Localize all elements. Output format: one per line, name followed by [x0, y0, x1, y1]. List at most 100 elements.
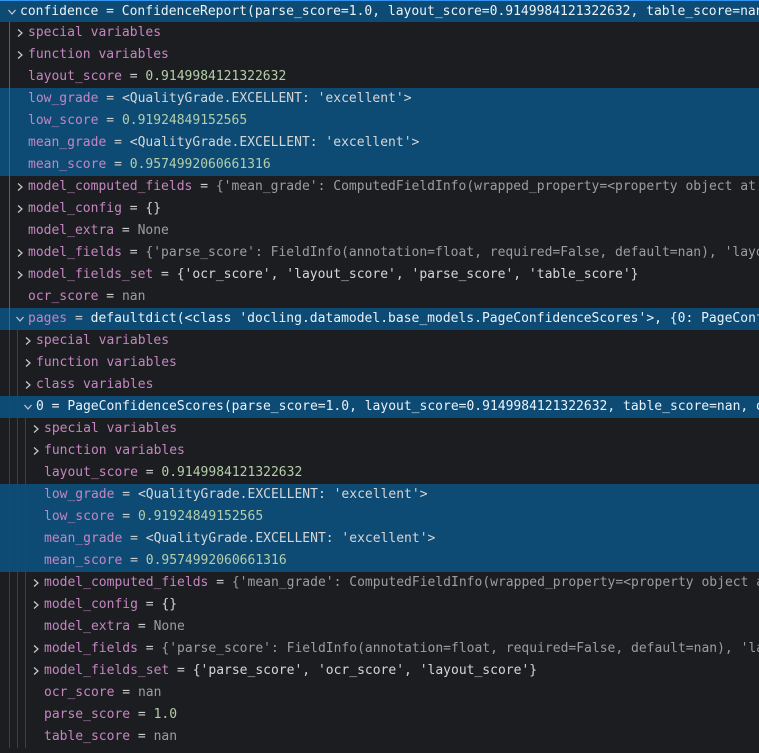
chevron-right-icon[interactable] — [12, 47, 28, 63]
tree-row[interactable]: function variables — [0, 352, 759, 374]
chevron-right-icon[interactable] — [12, 179, 28, 195]
indent-guide — [17, 462, 18, 484]
tree-row[interactable]: class variables — [0, 374, 759, 396]
indent-guide — [9, 638, 10, 660]
tree-row[interactable]: parse_score = 1.0 — [0, 704, 759, 726]
indent-guide — [17, 440, 18, 462]
chevron-down-icon[interactable] — [4, 4, 20, 20]
variable-name: model_config — [28, 201, 122, 216]
chevron-right-icon[interactable] — [28, 575, 44, 591]
tree-row[interactable]: mean_grade = <QualityGrade.EXCELLENT: 'e… — [0, 132, 759, 154]
chevron-right-icon[interactable] — [28, 663, 44, 679]
tree-row[interactable]: model_config = {} — [0, 198, 759, 220]
chevron-right-icon[interactable] — [28, 443, 44, 459]
chevron-down-icon[interactable] — [12, 311, 28, 327]
indent-guide — [9, 352, 10, 374]
tree-row[interactable]: mean_grade = <QualityGrade.EXCELLENT: 'e… — [0, 528, 759, 550]
indent-guide — [9, 594, 10, 616]
variable-value: {'parse_score': FieldInfo(annotation=flo… — [161, 641, 759, 656]
tree-row[interactable]: model_fields_set = {'ocr_score', 'layout… — [0, 264, 759, 286]
variable-label: table_score = nan — [44, 726, 177, 748]
tree-row[interactable]: mean_score = 0.9574992060661316 — [0, 154, 759, 176]
tree-row[interactable]: confidence = ConfidenceReport(parse_scor… — [0, 0, 759, 22]
variable-name: model_extra — [44, 619, 130, 634]
variable-name: confidence — [20, 4, 98, 19]
variable-value: {'ocr_score', 'layout_score', 'parse_sco… — [177, 267, 639, 282]
variable-name: function variables — [36, 355, 177, 370]
chevron-right-icon[interactable] — [28, 421, 44, 437]
tree-row[interactable]: model_extra = None — [0, 220, 759, 242]
tree-row[interactable]: low_score = 0.91924849152565 — [0, 110, 759, 132]
variable-label: low_grade = <QualityGrade.EXCELLENT: 'ex… — [44, 484, 428, 506]
tree-row[interactable]: function variables — [0, 44, 759, 66]
variable-name: mean_score — [28, 157, 106, 172]
variable-label: special variables — [44, 418, 177, 440]
chevron-right-icon[interactable] — [20, 377, 36, 393]
variable-name: mean_grade — [28, 135, 106, 150]
chevron-right-icon[interactable] — [20, 333, 36, 349]
chevron-down-icon[interactable] — [20, 399, 36, 415]
indent-guide — [9, 616, 10, 638]
chevron-right-icon[interactable] — [28, 641, 44, 657]
indent-guide — [9, 374, 10, 396]
variable-value: {'mean_grade': ComputedFieldInfo(wrapped… — [232, 575, 759, 590]
indent-guide — [9, 154, 10, 176]
chevron-right-icon[interactable] — [12, 245, 28, 261]
variable-value: 0.9149984121322632 — [161, 465, 302, 480]
tree-row[interactable]: special variables — [0, 22, 759, 44]
chevron-right-icon[interactable] — [12, 201, 28, 217]
tree-row[interactable]: layout_score = 0.9149984121322632 — [0, 462, 759, 484]
chevron-right-icon[interactable] — [28, 597, 44, 613]
tree-row[interactable]: model_extra = None — [0, 616, 759, 638]
tree-row[interactable]: mean_score = 0.9574992060661316 — [0, 550, 759, 572]
indent-guide — [9, 220, 10, 242]
tree-row[interactable]: low_grade = <QualityGrade.EXCELLENT: 'ex… — [0, 88, 759, 110]
tree-row[interactable]: low_score = 0.91924849152565 — [0, 506, 759, 528]
tree-row[interactable]: pages = defaultdict(<class 'docling.data… — [0, 308, 759, 330]
variable-name: model_fields_set — [44, 663, 169, 678]
indent-guide — [17, 682, 18, 704]
variable-label: pages = defaultdict(<class 'docling.data… — [28, 308, 759, 330]
equals-separator: = — [114, 223, 137, 238]
variables-tree: confidence = ConfidenceReport(parse_scor… — [0, 0, 759, 753]
variable-label: confidence = ConfidenceReport(parse_scor… — [20, 1, 759, 23]
variable-name: model_config — [44, 597, 138, 612]
variable-value: 1.0 — [154, 707, 177, 722]
equals-separator: = — [122, 245, 145, 260]
tree-row[interactable]: special variables — [0, 330, 759, 352]
tree-row[interactable]: special variables — [0, 418, 759, 440]
tree-row[interactable]: layout_score = 0.9149984121322632 — [0, 66, 759, 88]
tree-row[interactable]: function variables — [0, 440, 759, 462]
equals-separator: = — [130, 707, 153, 722]
equals-separator: = — [114, 685, 137, 700]
variable-name: parse_score — [44, 707, 130, 722]
indent-guide — [25, 660, 26, 682]
twistie-spacer — [12, 157, 28, 173]
variable-value: <QualityGrade.EXCELLENT: 'excellent'> — [146, 531, 436, 546]
indent-guide — [9, 308, 10, 330]
tree-row[interactable]: table_score = nan — [0, 726, 759, 748]
variable-name: special variables — [44, 421, 177, 436]
variable-value: <QualityGrade.EXCELLENT: 'excellent'> — [122, 91, 412, 106]
equals-separator: = — [208, 575, 231, 590]
chevron-right-icon[interactable] — [12, 25, 28, 41]
tree-row[interactable]: model_fields = {'parse_score': FieldInfo… — [0, 638, 759, 660]
twistie-spacer — [12, 113, 28, 129]
tree-row[interactable]: 0 = PageConfidenceScores(parse_score=1.0… — [0, 396, 759, 418]
twistie-spacer — [12, 91, 28, 107]
indent-guide — [25, 550, 26, 572]
equals-separator: = — [98, 289, 121, 304]
tree-row[interactable]: model_fields = {'parse_score': FieldInfo… — [0, 242, 759, 264]
chevron-right-icon[interactable] — [12, 267, 28, 283]
tree-row[interactable]: low_grade = <QualityGrade.EXCELLENT: 'ex… — [0, 484, 759, 506]
tree-row[interactable]: model_computed_fields = {'mean_grade': C… — [0, 572, 759, 594]
tree-row[interactable]: ocr_score = nan — [0, 286, 759, 308]
indent-guide — [9, 176, 10, 198]
tree-row[interactable]: model_config = {} — [0, 594, 759, 616]
indent-guide — [25, 484, 26, 506]
tree-row[interactable]: ocr_score = nan — [0, 682, 759, 704]
chevron-right-icon[interactable] — [20, 355, 36, 371]
tree-row[interactable]: model_computed_fields = {'mean_grade': C… — [0, 176, 759, 198]
tree-row[interactable]: model_fields_set = {'parse_score', 'ocr_… — [0, 660, 759, 682]
variable-label: layout_score = 0.9149984121322632 — [44, 462, 302, 484]
